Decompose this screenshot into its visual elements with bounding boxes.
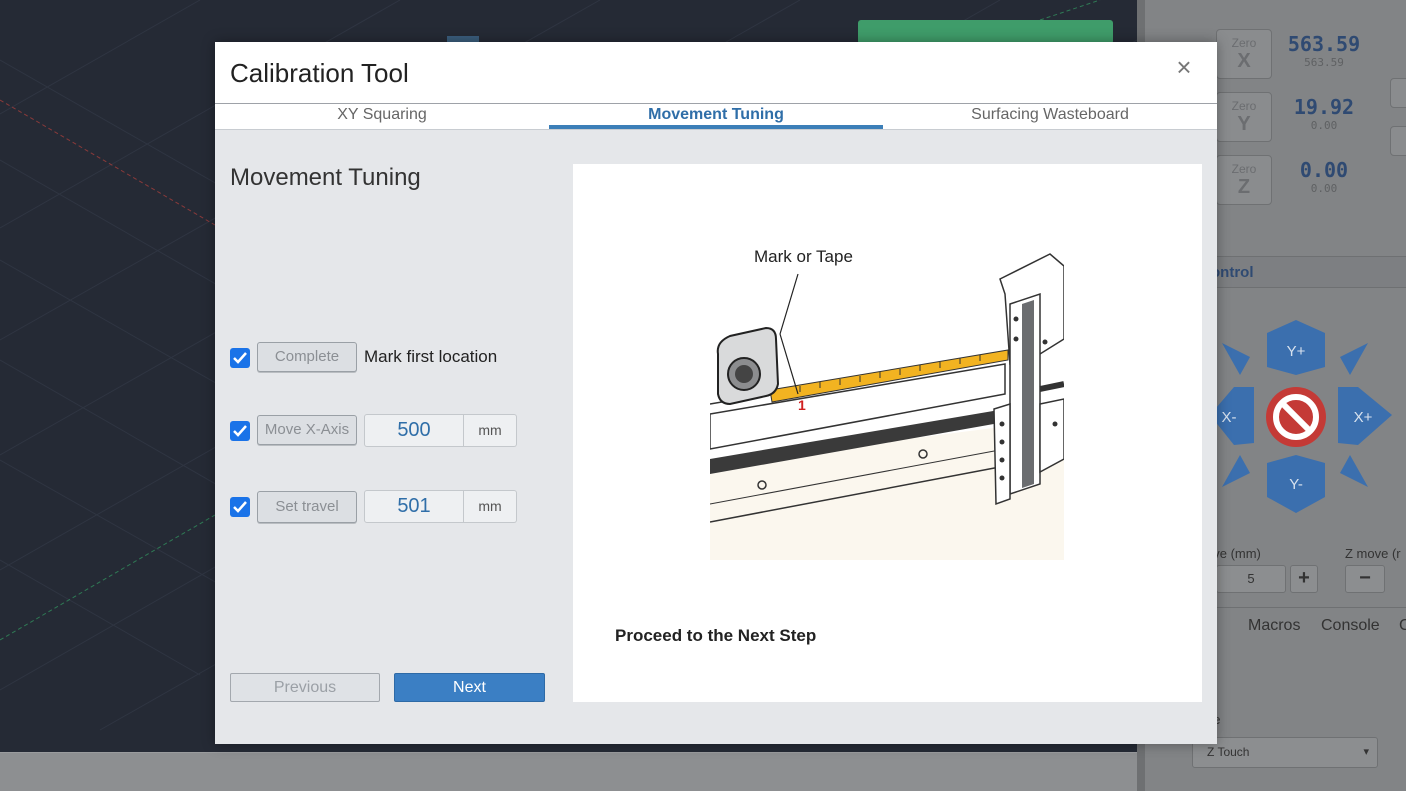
x-machine-value: 563.59 [1304,56,1344,69]
visualizer-footer [0,752,1137,791]
check-icon [233,501,247,513]
gantry-bracket [1039,398,1064,474]
tab-console[interactable]: Console [1321,617,1380,635]
instruction-text: Proceed to the Next Step [615,626,817,645]
instruction-panel: 1 Mark or Tape Proceed to the Next Step [573,164,1202,702]
tape-mark: 1 [798,397,806,413]
probe-select[interactable]: Z Touch ▾ [1192,737,1378,768]
tab-xy-squaring[interactable]: XY Squaring [215,104,549,129]
zero-x-button[interactable]: Zero X [1216,29,1272,79]
tab-movement-tuning[interactable]: Movement Tuning [549,104,883,129]
xy-increase-button[interactable]: + [1290,565,1318,593]
gantry-rail [1022,300,1034,488]
step-move-x-axis: Move X-Axis 500 mm [230,414,560,447]
modal-header: Calibration Tool × [215,42,1217,103]
travel-distance-input[interactable]: 501 [364,490,464,523]
y-position-value: 19.92 [1293,95,1355,119]
callout-label: Mark or Tape [754,247,853,266]
move-distance-input[interactable]: 500 [364,414,464,447]
jog-xminus-label: X- [1222,409,1237,426]
zero-label: Zero [1231,36,1257,50]
jog-diag-up-left-button[interactable] [1222,343,1250,375]
set-travel-button[interactable]: Set travel [257,491,357,523]
travel-distance-unit: mm [464,490,517,523]
axis-label: Y [1237,113,1251,135]
y-machine-value: 0.00 [1310,119,1338,132]
gantry-belt [1039,381,1064,392]
z-move-label: Z move (r [1345,546,1401,561]
z-position-value: 0.00 [1299,158,1349,182]
side-button[interactable] [1390,78,1406,108]
z-position: 0.00 0.00 [1276,158,1372,195]
tab-surfacing-wasteboard[interactable]: Surfacing Wasteboard [883,104,1217,129]
close-icon[interactable]: × [1173,54,1195,80]
side-button[interactable] [1390,126,1406,156]
step3-checkbox[interactable] [230,497,250,517]
step1-label: Mark first location [364,347,498,366]
zero-y-button[interactable]: Zero Y [1216,92,1272,142]
move-x-axis-button[interactable]: Move X-Axis [257,415,357,445]
step-set-travel: Set travel 501 mm [230,490,560,523]
x-position-value: 563.59 [1287,32,1361,56]
tab-macros[interactable]: Macros [1248,617,1300,635]
modal-tabs: XY Squaring Movement Tuning Surfacing Wa… [215,103,1217,130]
xy-move-input[interactable]: 5 [1216,565,1286,593]
axis-label: Z [1237,176,1251,198]
jog-diag-up-right-button[interactable] [1340,343,1368,375]
gantry-side-plate [993,402,1011,506]
z-decrease-button[interactable]: − [1345,565,1385,593]
move-distance-unit: mm [464,414,517,447]
complete-button[interactable]: Complete [257,342,357,372]
jog-pad: Y+ Y- X+ X- [1210,320,1392,513]
x-position: 563.59 563.59 [1276,32,1372,69]
jog-diag-down-left-button[interactable] [1222,455,1250,487]
callout-line-upper [779,273,799,335]
start-job-button[interactable] [858,20,1113,44]
y-position: 19.92 0.00 [1276,95,1372,132]
step1-checkbox[interactable] [230,348,250,368]
step2-checkbox[interactable] [230,421,250,441]
section-title: Movement Tuning [230,164,421,191]
jog-xplus-label: X+ [1354,409,1373,426]
z-machine-value: 0.00 [1310,182,1338,195]
tape-measure-center [735,365,753,383]
jog-yminus-label: Y- [1289,476,1303,493]
jog-yplus-label: Y+ [1287,343,1306,360]
jog-diag-down-right-button[interactable] [1340,455,1368,487]
step-mark-first-location: Complete Mark first location [230,342,560,374]
jog-control-title: ontrol [1211,264,1254,281]
probe-select-value: Z Touch [1207,745,1250,759]
check-icon [233,425,247,437]
check-icon [233,352,247,364]
previous-button[interactable]: Previous [230,673,380,702]
calibration-modal: Calibration Tool × XY Squaring Movement … [215,42,1217,744]
zero-label: Zero [1231,162,1257,176]
modal-title: Calibration Tool [230,58,409,88]
tape-measure-illustration: 1 Mark or Tape [710,247,1064,560]
zero-label: Zero [1231,99,1257,113]
axis-label: X [1237,50,1251,72]
callout-line-lower [779,333,799,395]
tab-more[interactable]: C [1399,617,1406,635]
zero-z-button[interactable]: Zero Z [1216,155,1272,205]
next-button[interactable]: Next [394,673,545,702]
chevron-down-icon: ▾ [1363,746,1369,758]
